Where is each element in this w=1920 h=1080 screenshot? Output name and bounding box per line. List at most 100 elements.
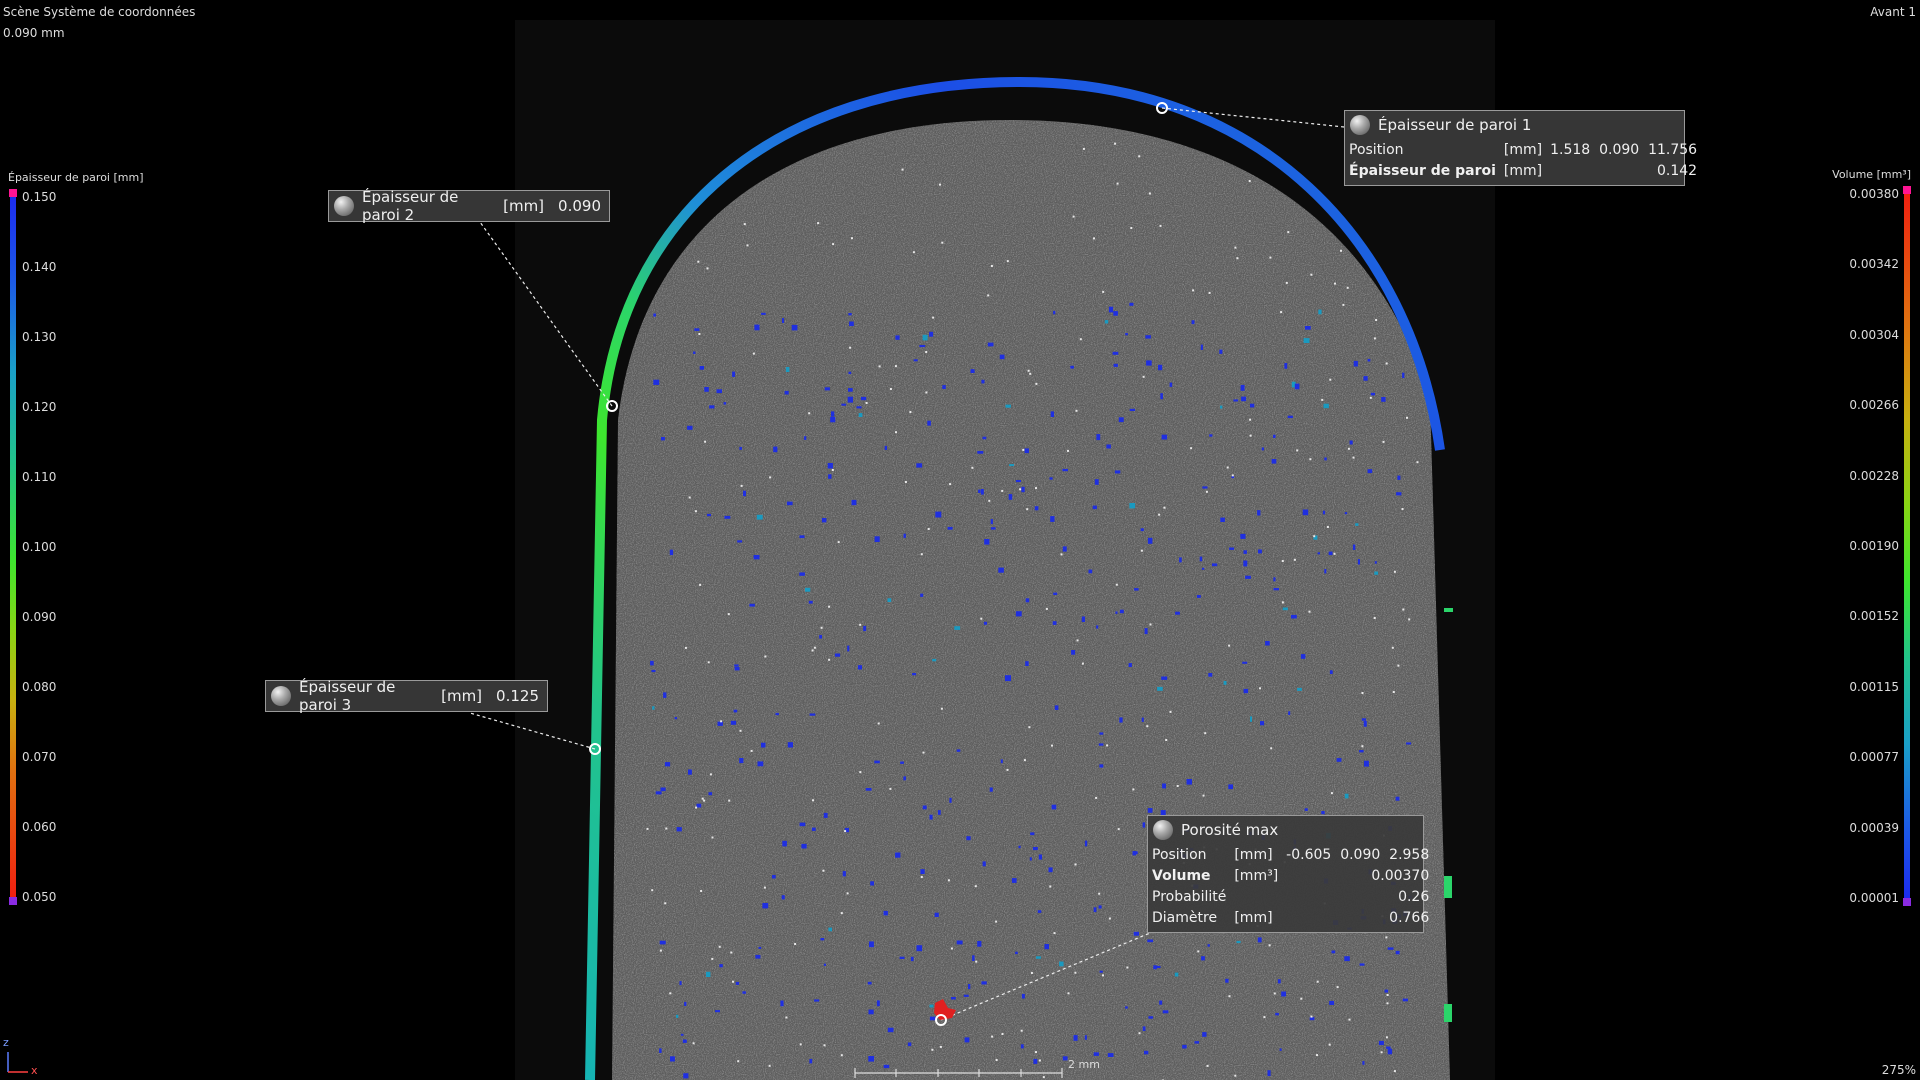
pore (858, 413, 863, 417)
dense-inclusion (737, 1060, 740, 1063)
pore (799, 572, 805, 576)
pore (1018, 845, 1021, 849)
pore (1344, 793, 1349, 799)
pore (1370, 392, 1375, 396)
pore (1059, 961, 1064, 967)
thickness-label: Épaisseur de paroi (1349, 162, 1496, 179)
dense-inclusion (1263, 1016, 1266, 1019)
dense-inclusion (1049, 885, 1052, 888)
pore (659, 940, 666, 945)
pore (715, 1010, 720, 1013)
pore (1051, 804, 1057, 810)
callout-title: Épaisseur de paroi 3 (299, 678, 396, 714)
pore (1336, 758, 1342, 762)
dense-inclusion (1228, 644, 1231, 647)
callout-table: Position [mm] 1.518 0.090 11.756 Épaisse… (1345, 139, 1701, 181)
dense-inclusion (1192, 289, 1195, 292)
pore (1025, 661, 1029, 666)
dense-inclusion (812, 799, 814, 802)
pore (1240, 533, 1246, 539)
pore (650, 660, 654, 666)
dense-inclusion (1165, 739, 1168, 741)
dense-inclusion (1406, 416, 1408, 419)
pore (1153, 965, 1157, 970)
pore (1387, 1048, 1393, 1055)
dense-inclusion (1348, 1018, 1351, 1021)
ct-slice-viewport[interactable]: Scène Système de coordonnées 0.090 mm Av… (0, 0, 1920, 1080)
dense-inclusion (1385, 936, 1388, 939)
pore (1084, 840, 1088, 847)
max-porosity-callout[interactable]: Porosité max Position [mm] -0.605 0.090 … (1147, 815, 1429, 933)
dense-inclusion (987, 294, 990, 297)
dense-inclusion (1001, 1033, 1004, 1035)
scale-top-cap (1903, 186, 1911, 194)
pore (956, 749, 961, 752)
pore (1134, 588, 1139, 591)
dense-inclusion (1369, 396, 1372, 399)
pore (1202, 1032, 1207, 1037)
pore (1033, 1058, 1038, 1064)
dense-inclusion (1236, 257, 1239, 260)
wall-thickness-1-callout[interactable]: Épaisseur de paroi 1 Position [mm] 1.518… (1344, 110, 1697, 186)
dense-inclusion (1259, 687, 1261, 690)
edge-marker (1444, 608, 1453, 612)
callout-row: Épaisseur de paroi [mm] 0.142 (1345, 160, 1701, 181)
dense-inclusion (849, 346, 852, 349)
dense-inclusion (746, 244, 749, 247)
pore (823, 812, 828, 818)
dense-inclusion (646, 827, 649, 830)
volume-label: Volume (1152, 867, 1211, 884)
dense-inclusion (920, 876, 923, 878)
pore (989, 787, 993, 792)
volume-value: 0.00370 (1371, 867, 1430, 884)
pore (1223, 681, 1227, 685)
dense-inclusion (1249, 434, 1252, 437)
dense-inclusion (1163, 506, 1166, 509)
pore (947, 526, 953, 530)
dense-inclusion (1132, 788, 1135, 791)
pore (739, 758, 744, 764)
volume-gradient-bar (1904, 194, 1910, 898)
dense-inclusion (720, 720, 723, 723)
dense-inclusion (877, 722, 880, 725)
pore (1291, 614, 1297, 619)
wall-thickness-2-callout[interactable]: Épaisseur de paroi 2 [mm] 0.090 (328, 188, 610, 224)
dense-inclusion (920, 553, 923, 556)
position-value: 1.518 0.090 11.756 (1550, 141, 1698, 158)
dense-inclusion (750, 749, 753, 752)
pore (1053, 310, 1056, 315)
volume-tick: 0.00304 (1849, 327, 1899, 342)
pore (1071, 650, 1076, 655)
pore (755, 954, 761, 959)
dense-inclusion (1347, 447, 1350, 450)
wall-thickness-3-callout[interactable]: Épaisseur de paroi 3 [mm] 0.125 (265, 678, 548, 714)
dense-inclusion (817, 222, 820, 225)
pore (868, 1009, 874, 1015)
pore (679, 981, 682, 986)
pore (737, 540, 743, 543)
pore (1396, 492, 1402, 496)
pore (1119, 717, 1123, 723)
dense-inclusion (1310, 273, 1313, 276)
pore (1098, 905, 1102, 909)
pore (743, 490, 746, 497)
pore (1162, 783, 1166, 789)
probability-value: 0.26 (1398, 888, 1430, 905)
dense-inclusion (1402, 608, 1405, 611)
dense-inclusion (752, 352, 755, 355)
dense-inclusion (865, 402, 868, 404)
wall-thickness-scale-title: Épaisseur de paroi [mm] (8, 171, 144, 184)
pore (1044, 944, 1049, 950)
pore (782, 318, 785, 323)
dense-inclusion (1146, 725, 1149, 728)
dense-inclusion (1035, 382, 1038, 385)
pore (652, 706, 655, 710)
dense-inclusion (1352, 456, 1355, 459)
pore (1359, 963, 1365, 966)
pore (1199, 556, 1203, 562)
pore (1000, 759, 1003, 764)
pore (799, 535, 805, 539)
pore (1233, 399, 1239, 402)
pore (907, 1042, 912, 1047)
pore (963, 994, 969, 997)
